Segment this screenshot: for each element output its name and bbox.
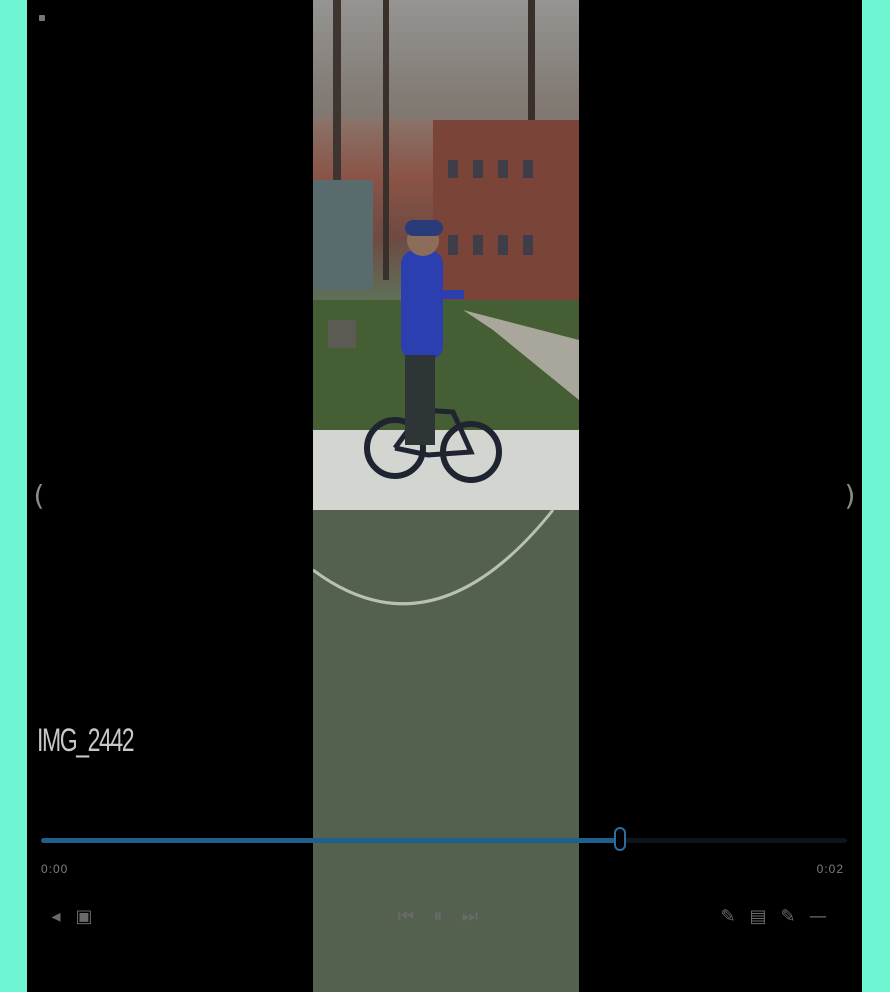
elapsed-time: 0:00 [41, 862, 69, 876]
right-controls: ✎ ▤ ✎ — [719, 903, 827, 931]
previous-icon[interactable]: ⏮ [397, 903, 415, 931]
video-frame[interactable] [313, 0, 579, 992]
seek-bar[interactable] [41, 827, 847, 851]
volume-icon[interactable]: ◂ [47, 903, 65, 931]
menu-icon[interactable] [39, 15, 45, 21]
next-media-button[interactable]: ) [840, 478, 860, 514]
playback-controls: ⏮ ⏸ ⏭ [397, 903, 479, 931]
seek-handle[interactable] [614, 827, 627, 851]
seek-progress [41, 838, 622, 843]
info-icon[interactable]: ▣ [75, 903, 93, 931]
left-controls: ◂ ▣ [47, 903, 93, 931]
pause-icon[interactable]: ⏸ [429, 903, 447, 931]
draw-icon[interactable]: ✎ [779, 903, 797, 931]
edit-icon[interactable]: ✎ [719, 903, 737, 931]
file-title: IMG_2442 [37, 722, 135, 758]
total-duration: 0:02 [816, 862, 844, 876]
video-player[interactable]: ( ) IMG_2442 0:00 0:02 ◂ ▣ ⏮ ⏸ ⏭ ✎ ▤ ✎ — [27, 0, 862, 992]
cast-icon[interactable]: ▤ [749, 903, 767, 931]
video-frame-image [313, 0, 579, 992]
next-icon[interactable]: ⏭ [461, 903, 479, 931]
more-icon[interactable]: — [809, 903, 827, 931]
previous-media-button[interactable]: ( [29, 478, 49, 514]
